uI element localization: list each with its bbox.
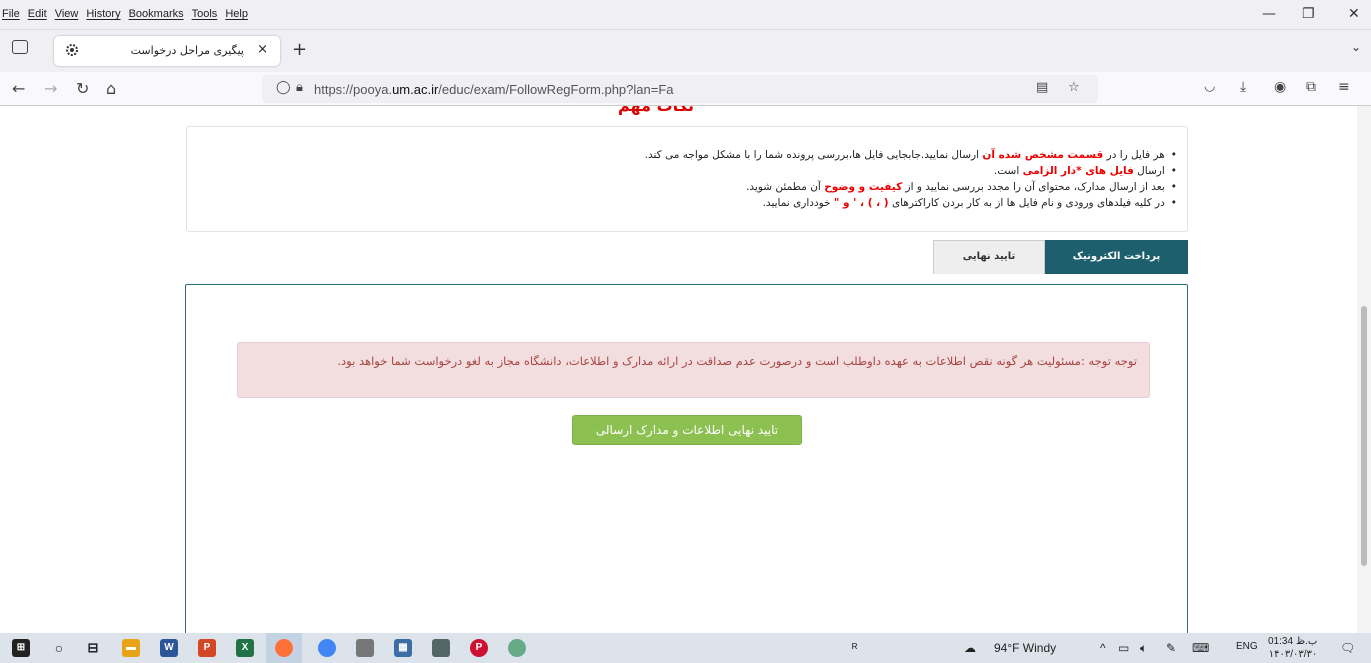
clock-date: ۱۴۰۳/۰۳/۳۰: [1268, 649, 1318, 660]
home-icon[interactable]: ⌂: [106, 79, 116, 98]
tab-final-confirm[interactable]: تایید نهایی: [933, 240, 1045, 274]
browser-tab-active[interactable]: پیگیری مراحل درخواست ×: [54, 36, 280, 66]
note-text: ارسال نمایید.جابجایی فایل ها،بررسی پروند…: [644, 149, 983, 161]
note-highlight: فایل های *دار الزامی: [1022, 165, 1134, 177]
page-viewport: نکات مهم هر فایل را در قسمت مشخص شده آن …: [0, 106, 1357, 633]
note-text: ارسال: [1133, 165, 1165, 177]
tab-electronic-payment[interactable]: پرداخت الکترونیک: [1045, 240, 1188, 274]
paint-icon[interactable]: [508, 639, 526, 657]
menu-bookmarks[interactable]: Bookmarks: [129, 8, 184, 20]
page-heading: نکات مهم: [618, 106, 694, 115]
reload-icon[interactable]: ↻: [76, 79, 89, 98]
new-tab-button[interactable]: +: [292, 39, 307, 60]
volume-muted-icon[interactable]: 🔈︎: [1140, 641, 1147, 656]
excel-icon[interactable]: X: [236, 639, 254, 657]
note-item: در کلیه فیلدهای ورودی و نام فایل ها از ب…: [645, 195, 1177, 211]
reader-view-icon[interactable]: ▤: [1036, 80, 1048, 95]
weather-text[interactable]: 94°F Windy: [994, 641, 1056, 655]
app-p-icon[interactable]: P: [470, 639, 488, 657]
tab-title: پیگیری مراحل درخواست: [130, 44, 244, 57]
minimize-icon[interactable]: —: [1262, 6, 1276, 22]
restore-icon[interactable]: ❐: [1302, 6, 1315, 22]
warning-alert: توجه توجه :مسئولیت هر گونه نقص اطلاعات ب…: [237, 342, 1150, 398]
back-icon[interactable]: ←: [12, 79, 25, 98]
menu-edit[interactable]: Edit: [28, 8, 47, 20]
menu-tools[interactable]: Tools: [192, 8, 218, 20]
note-item: هر فایل را در قسمت مشخص شده آن ارسال نما…: [645, 147, 1177, 163]
pocket-icon[interactable]: ◡: [1204, 79, 1215, 94]
windows-start-icon[interactable]: ⊞: [12, 639, 30, 657]
language-indicator[interactable]: ENG: [1236, 641, 1258, 652]
people-icon[interactable]: ᴿ: [852, 641, 857, 655]
shield-icon[interactable]: ◯: [276, 80, 291, 95]
chrome-icon[interactable]: [318, 639, 336, 657]
search-icon[interactable]: ○: [50, 639, 68, 657]
menu-view[interactable]: View: [55, 8, 79, 20]
note-highlight: قسمت مشخص شده آن: [982, 149, 1104, 161]
note-highlight: کیفیت و وضوح: [824, 181, 903, 193]
menu-items: File Edit View History Bookmarks Tools H…: [2, 8, 248, 20]
url-bar[interactable]: ◯ 🔒︎ https://pooya.um.ac.ir/educ/exam/Fo…: [262, 75, 1098, 103]
url-prefix: https://pooya.: [314, 82, 393, 97]
bookmark-star-icon[interactable]: ☆: [1068, 80, 1080, 95]
url-text[interactable]: https://pooya.um.ac.ir/educ/exam/FollowR…: [314, 82, 674, 97]
menu-file[interactable]: File: [2, 8, 20, 20]
note-item: ارسال فایل های *دار الزامی است.: [645, 163, 1177, 179]
calculator-icon[interactable]: ▦: [394, 639, 412, 657]
extensions-icon[interactable]: ⧉: [1306, 79, 1316, 95]
tab-bar: پیگیری مراحل درخواست × + ⌄: [0, 30, 1371, 72]
note-text: آن مطمئن شوید.: [746, 181, 825, 193]
weather-icon[interactable]: ☁: [964, 641, 976, 655]
list-all-tabs-icon[interactable]: ⌄: [1351, 40, 1361, 54]
final-confirm-button[interactable]: تایید نهایی اطلاعات و مدارک ارسالی: [572, 415, 802, 445]
firefox-icon[interactable]: [275, 639, 293, 657]
final-confirm-panel: توجه توجه :مسئولیت هر گونه نقص اطلاعات ب…: [185, 284, 1188, 633]
download-icon[interactable]: ⤓: [1240, 79, 1246, 95]
clock-time: 01:34 ب.ظ: [1268, 636, 1318, 647]
note-text: هر فایل را در: [1103, 149, 1165, 161]
powerpoint-icon[interactable]: P: [198, 639, 216, 657]
keyboard-icon[interactable]: ⌨: [1192, 641, 1209, 655]
form-tabs: تایید نهایی پرداخت الکترونیک: [933, 240, 1188, 274]
close-window-icon[interactable]: ✕: [1348, 6, 1360, 22]
note-text: خودداری نمایید.: [762, 197, 834, 209]
note-text: در کلیه فیلدهای ورودی و نام فایل ها از ب…: [888, 197, 1165, 209]
scrollbar-thumb[interactable]: [1361, 306, 1367, 566]
url-path: /educ/exam/FollowRegForm.php?lan=Fa: [438, 82, 674, 97]
network-icon[interactable]: ▭: [1118, 641, 1129, 655]
note-text: بعد از ارسال مدارک، محتوای آن را مجدد بر…: [902, 181, 1165, 193]
vertical-scrollbar[interactable]: [1357, 106, 1371, 633]
app-icon[interactable]: [356, 639, 374, 657]
url-domain: um.ac.ir: [392, 82, 439, 97]
account-icon[interactable]: ◉: [1274, 79, 1286, 95]
note-highlight: ( ، ) ، ' و ": [833, 197, 889, 209]
gear-favicon-icon: [66, 44, 78, 56]
file-explorer-icon[interactable]: ▬: [122, 639, 140, 657]
important-notes-box: هر فایل را در قسمت مشخص شده آن ارسال نما…: [186, 126, 1188, 232]
lock-icon[interactable]: 🔒︎: [296, 80, 303, 95]
menu-history[interactable]: History: [86, 8, 120, 20]
notifications-icon[interactable]: 🗨︎: [1340, 641, 1355, 655]
tab-close-icon[interactable]: ×: [257, 42, 268, 57]
clock[interactable]: 01:34 ب.ظ ۱۴۰۳/۰۳/۳۰: [1268, 635, 1317, 661]
word-icon[interactable]: W: [160, 639, 178, 657]
navigation-bar: ← → ↻ ⌂ ◯ 🔒︎ https://pooya.um.ac.ir/educ…: [0, 72, 1371, 106]
app-icon[interactable]: [432, 639, 450, 657]
task-view-icon[interactable]: ⊟: [84, 639, 102, 657]
menu-bar: File Edit View History Bookmarks Tools H…: [0, 0, 1371, 30]
chevron-up-icon[interactable]: ^: [1100, 641, 1106, 655]
menu-hamburger-icon[interactable]: ≡: [1338, 79, 1350, 95]
forward-icon[interactable]: →: [44, 79, 57, 98]
note-text: است.: [993, 165, 1023, 177]
pen-icon[interactable]: ✎: [1166, 641, 1176, 655]
windows-taskbar: ⊞ ○ ⊟ ▬ W P X ▦ P ᴿ ☁ 94°F Windy ^ ▭ 🔈︎ …: [0, 633, 1371, 663]
tab-overview-icon[interactable]: [12, 40, 28, 54]
menu-help[interactable]: Help: [225, 8, 248, 20]
note-item: بعد از ارسال مدارک، محتوای آن را مجدد بر…: [645, 179, 1177, 195]
notes-list: هر فایل را در قسمت مشخص شده آن ارسال نما…: [645, 147, 1177, 211]
